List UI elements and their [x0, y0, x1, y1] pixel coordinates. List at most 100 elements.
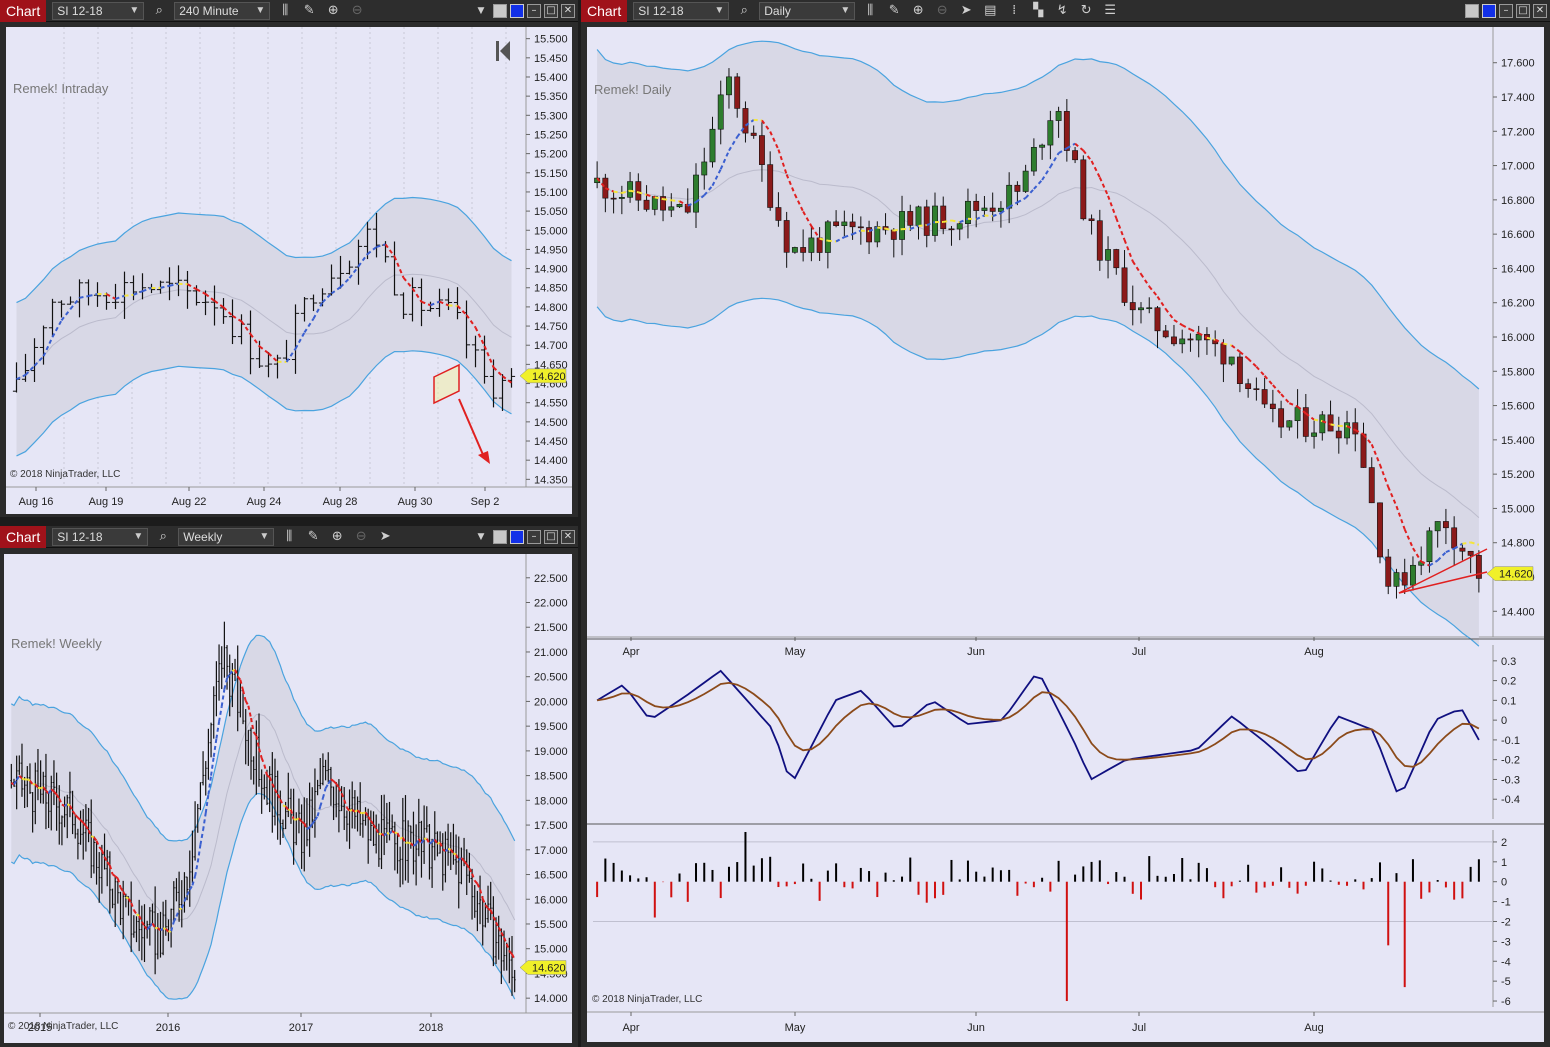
histogram-bar — [793, 881, 796, 885]
minimize-button[interactable]: – — [527, 3, 541, 18]
histogram-bar — [1255, 881, 1258, 893]
price-tick-label: 15.050 — [534, 206, 568, 218]
candle-body — [775, 207, 782, 221]
weekly-plot[interactable]: 22.500 22.000 21.500 21.000 20.500 20.000 19.5… — [4, 554, 572, 1043]
histogram-bar — [950, 859, 953, 882]
chart-tab[interactable]: Chart — [581, 0, 628, 22]
tile-button[interactable] — [1465, 3, 1479, 18]
histogram-bar — [1197, 862, 1200, 882]
histogram-bar — [1024, 881, 1027, 884]
more-menu-icon[interactable]: ▼ — [472, 528, 490, 546]
bars-type-icon[interactable]: ⫼ — [861, 2, 879, 20]
daily-price-chart: 17.600 17.400 17.200 17.000 16.800 16.600 16.4… — [587, 27, 1544, 1034]
pointer-icon[interactable]: ➤ — [376, 528, 394, 546]
candle-body — [1072, 150, 1079, 161]
more-menu-icon[interactable]: ▼ — [472, 2, 490, 20]
bars-type-icon[interactable]: ⫼ — [276, 2, 294, 20]
price-tick-label: 14.800 — [1501, 538, 1535, 550]
last-price-marker-label: 14.620 — [1499, 569, 1533, 581]
price-tick-label: 16.600 — [1501, 229, 1535, 241]
interval-selector[interactable]: Weekly ▼ — [178, 527, 275, 546]
indicators-icon[interactable]: ⁞ — [1005, 2, 1023, 20]
chart-tab[interactable]: Chart — [0, 525, 47, 548]
interval-selector[interactable]: 240 Minute ▼ — [174, 1, 271, 20]
zoom-out-icon[interactable]: ⊖ — [352, 528, 370, 546]
histogram-bar — [653, 881, 656, 918]
search-icon[interactable]: ⌕ — [735, 2, 753, 20]
search-icon[interactable]: ⌕ — [154, 528, 172, 546]
last-price-marker-label: 14.620 — [532, 963, 566, 975]
close-button[interactable]: ✕ — [1533, 3, 1547, 18]
link-color-button[interactable] — [510, 529, 524, 544]
candle-body — [1401, 572, 1408, 586]
price-tick-label: 16.400 — [1501, 263, 1535, 275]
histogram-bar — [1329, 880, 1332, 882]
zoom-out-icon[interactable]: ⊖ — [933, 2, 951, 20]
maximize-button[interactable]: □ — [544, 3, 558, 18]
candle-body — [734, 76, 741, 109]
pointer-icon[interactable]: ➤ — [957, 2, 975, 20]
histogram-bar — [983, 876, 986, 882]
drawing-tool-icon[interactable]: ✎ — [304, 528, 322, 546]
price-tick-label: 22.000 — [534, 598, 568, 610]
price-tick-label: 14.000 — [534, 993, 568, 1005]
time-tick-label: Aug 28 — [323, 496, 358, 508]
trend-ma-segment — [412, 843, 417, 847]
chart-trader-icon[interactable]: ↯ — [1053, 2, 1071, 20]
trend-ma-segment — [282, 804, 287, 808]
candle-body — [726, 76, 732, 96]
strategies-icon[interactable]: ▚ — [1029, 2, 1047, 20]
tile-button[interactable] — [493, 529, 507, 544]
drawing-tool-icon[interactable]: ✎ — [885, 2, 903, 20]
maximize-button[interactable]: □ — [544, 529, 558, 544]
intraday-plot[interactable]: 15.500 15.450 15.400 15.350 15.300 15.250 15.2… — [6, 27, 572, 514]
candle-body — [1253, 388, 1260, 390]
time-tick-label: Jun — [967, 1022, 985, 1034]
bars-type-icon[interactable]: ⫼ — [280, 528, 298, 546]
minimize-button[interactable]: – — [527, 529, 541, 544]
candle-body — [1344, 422, 1350, 439]
candle-body — [1434, 521, 1441, 532]
histogram-bar — [958, 879, 961, 882]
time-tick-label: Aug 24 — [247, 496, 282, 508]
properties-icon[interactable]: ☰ — [1101, 2, 1119, 20]
histogram-bar — [1090, 861, 1093, 882]
zoom-out-icon[interactable]: ⊖ — [348, 2, 366, 20]
candle-body — [907, 211, 914, 226]
data-box-icon[interactable]: ▤ — [981, 2, 999, 20]
close-button[interactable]: ✕ — [561, 3, 575, 18]
histogram-bar — [719, 881, 722, 899]
price-tick-label: 15.350 — [534, 91, 568, 103]
chevron-down-icon: ▼ — [714, 5, 725, 16]
interval-selector[interactable]: Daily ▼ — [759, 1, 856, 20]
zoom-in-icon[interactable]: ⊕ — [324, 2, 342, 20]
candle-body — [989, 207, 996, 212]
candle-body — [1377, 502, 1383, 558]
chart-tab[interactable]: Chart — [0, 0, 47, 22]
histogram-bar — [760, 858, 763, 882]
histogram-bar — [1346, 881, 1349, 886]
refresh-icon[interactable]: ↻ — [1077, 2, 1095, 20]
instrument-selector[interactable]: SI 12-18 ▼ — [633, 1, 730, 20]
search-icon[interactable]: ⌕ — [150, 2, 168, 20]
candle-body — [1352, 422, 1359, 435]
drawing-tool-icon[interactable]: ✎ — [300, 2, 318, 20]
time-tick-label: May — [785, 646, 806, 658]
instrument-selector[interactable]: SI 12-18 ▼ — [52, 527, 149, 546]
close-button[interactable]: ✕ — [561, 529, 575, 544]
zoom-in-icon[interactable]: ⊕ — [328, 528, 346, 546]
zoom-in-icon[interactable]: ⊕ — [909, 2, 927, 20]
tile-button[interactable] — [493, 3, 507, 18]
time-tick-label: Jun — [967, 646, 985, 658]
instrument-selector[interactable]: SI 12-18 ▼ — [52, 1, 145, 20]
price-tick-label: 15.400 — [534, 72, 568, 84]
link-color-button[interactable] — [510, 3, 524, 18]
candle-body — [915, 206, 922, 226]
daily-plot[interactable]: 17.600 17.400 17.200 17.000 16.800 16.600 16.4… — [587, 27, 1544, 1042]
envelope-band-fill — [11, 635, 515, 1000]
interval-label: Daily — [764, 3, 791, 18]
maximize-button[interactable]: □ — [1516, 3, 1530, 18]
link-color-button[interactable] — [1482, 3, 1496, 18]
oscillator-axis-tick-label: 0.1 — [1501, 695, 1516, 707]
minimize-button[interactable]: – — [1499, 3, 1513, 18]
